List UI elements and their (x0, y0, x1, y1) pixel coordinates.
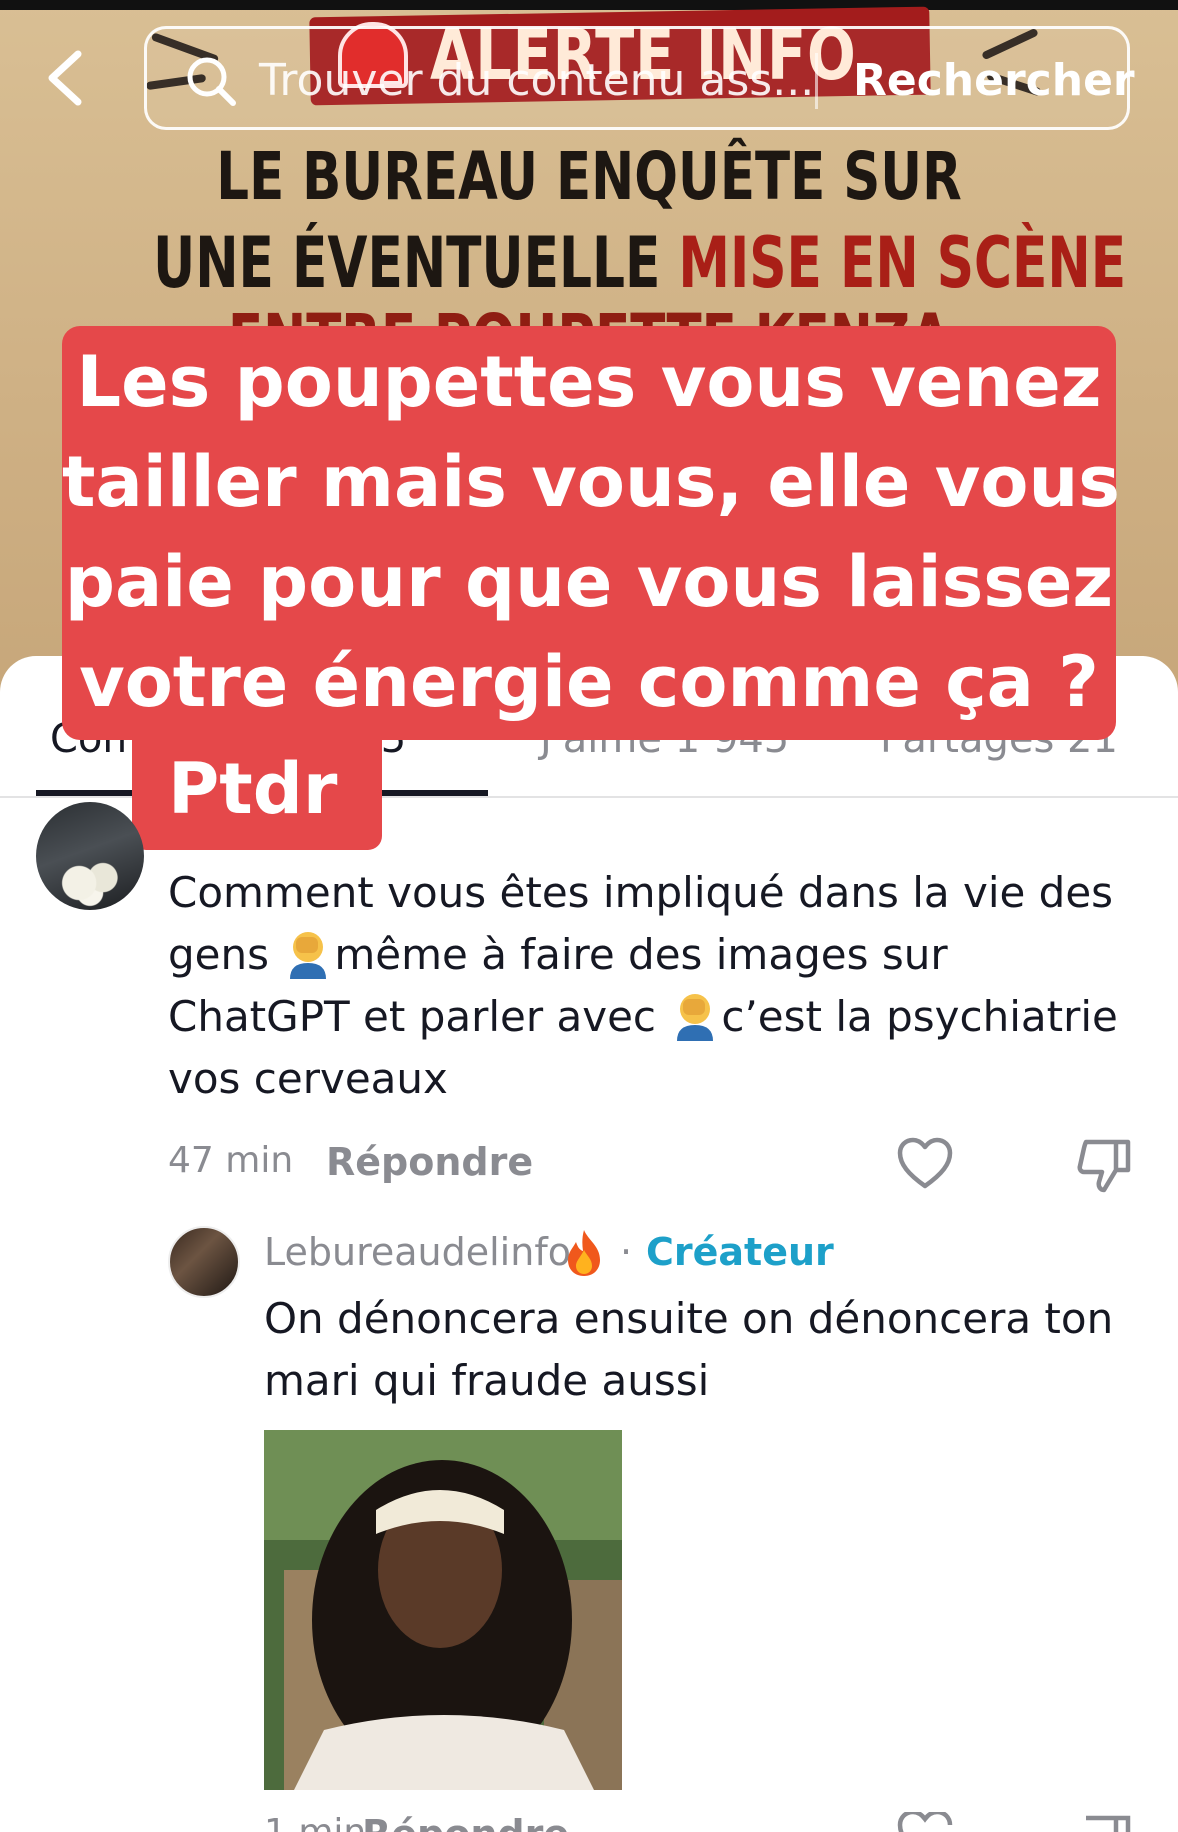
comment-text-line: Comment vous êtes impliqué dans la vie d… (168, 868, 1114, 917)
thumbs-down-icon (1086, 1815, 1131, 1832)
search-input[interactable]: Trouver du contenu ass... (259, 55, 814, 107)
facepalm-emoji-icon (669, 989, 721, 1041)
poster-headline-2: UNE ÉVENTUELLE MISE EN SCÈNE (153, 222, 1126, 304)
avatar[interactable] (36, 802, 144, 910)
search-icon (187, 57, 236, 106)
fire-emoji-icon (562, 1228, 606, 1278)
poster-headline-1: LE BUREAU ENQUÊTE SUR (216, 138, 962, 215)
like-button[interactable] (896, 1809, 954, 1832)
creator-badge: Créateur (646, 1230, 834, 1274)
comment-text-line: vos cerveaux (168, 1054, 448, 1103)
search-bar[interactable]: Trouver du contenu ass... Rechercher (144, 26, 1135, 130)
reply-username[interactable]: Lebureaudelinfo (264, 1230, 571, 1274)
comment-text-part: ChatGPT et parler avec (168, 992, 670, 1041)
comment-timestamp: 47 min (168, 1140, 294, 1181)
heart-icon (897, 1809, 953, 1832)
heart-icon (897, 1137, 953, 1189)
caption-line: paie pour que vous laissez (64, 541, 1114, 623)
dislike-button[interactable] (1076, 1136, 1134, 1194)
facepalm-emoji-icon (282, 927, 334, 979)
search-button[interactable]: Rechercher (853, 51, 1135, 111)
back-button[interactable] (40, 48, 92, 108)
poster-headline-2a: UNE ÉVENTUELLE (153, 222, 679, 304)
reply-button[interactable]: Répondre (326, 1140, 533, 1184)
caption-tail: Ptdr (132, 728, 382, 850)
poster-headline-2b: MISE EN SCÈNE (678, 222, 1127, 304)
comment-text-line: gens même à faire des images sur (168, 924, 948, 986)
thumbs-down-icon (1077, 1139, 1131, 1193)
comment-text-part: gens (168, 930, 283, 979)
comment-text-line: ChatGPT et parler avec c’est la psychiat… (168, 986, 1118, 1048)
reply-image-attachment[interactable] (264, 1430, 622, 1790)
woman-portrait-photo (264, 1430, 622, 1790)
reply-text-line: mari qui fraude aussi (264, 1356, 710, 1405)
creator-avatar[interactable] (168, 1226, 240, 1298)
comment-text-part: même à faire des images sur (334, 930, 948, 979)
reply-button[interactable]: Répondre (362, 1812, 569, 1832)
like-button[interactable] (896, 1136, 954, 1190)
search-divider (815, 53, 818, 109)
caption-line: votre énergie comme ça ? (79, 641, 1099, 723)
caption-tail-text: Ptdr (168, 748, 338, 830)
caption-overlay: Les poupettes vous venez tailler mais vo… (62, 326, 1120, 740)
caption-line: tailler mais vous, elle vous (62, 441, 1120, 523)
dislike-button[interactable] (1076, 1812, 1134, 1832)
separator-dot: · (620, 1230, 633, 1274)
comment-text-part: c’est la psychiatrie (721, 992, 1118, 1041)
status-strip (0, 0, 1178, 10)
reply-text-line: On dénoncera ensuite on dénoncera ton (264, 1294, 1114, 1343)
reply-timestamp: 1 min (264, 1812, 366, 1832)
caption-line: Les poupettes vous venez (76, 341, 1102, 423)
chevron-left-icon (48, 50, 82, 106)
